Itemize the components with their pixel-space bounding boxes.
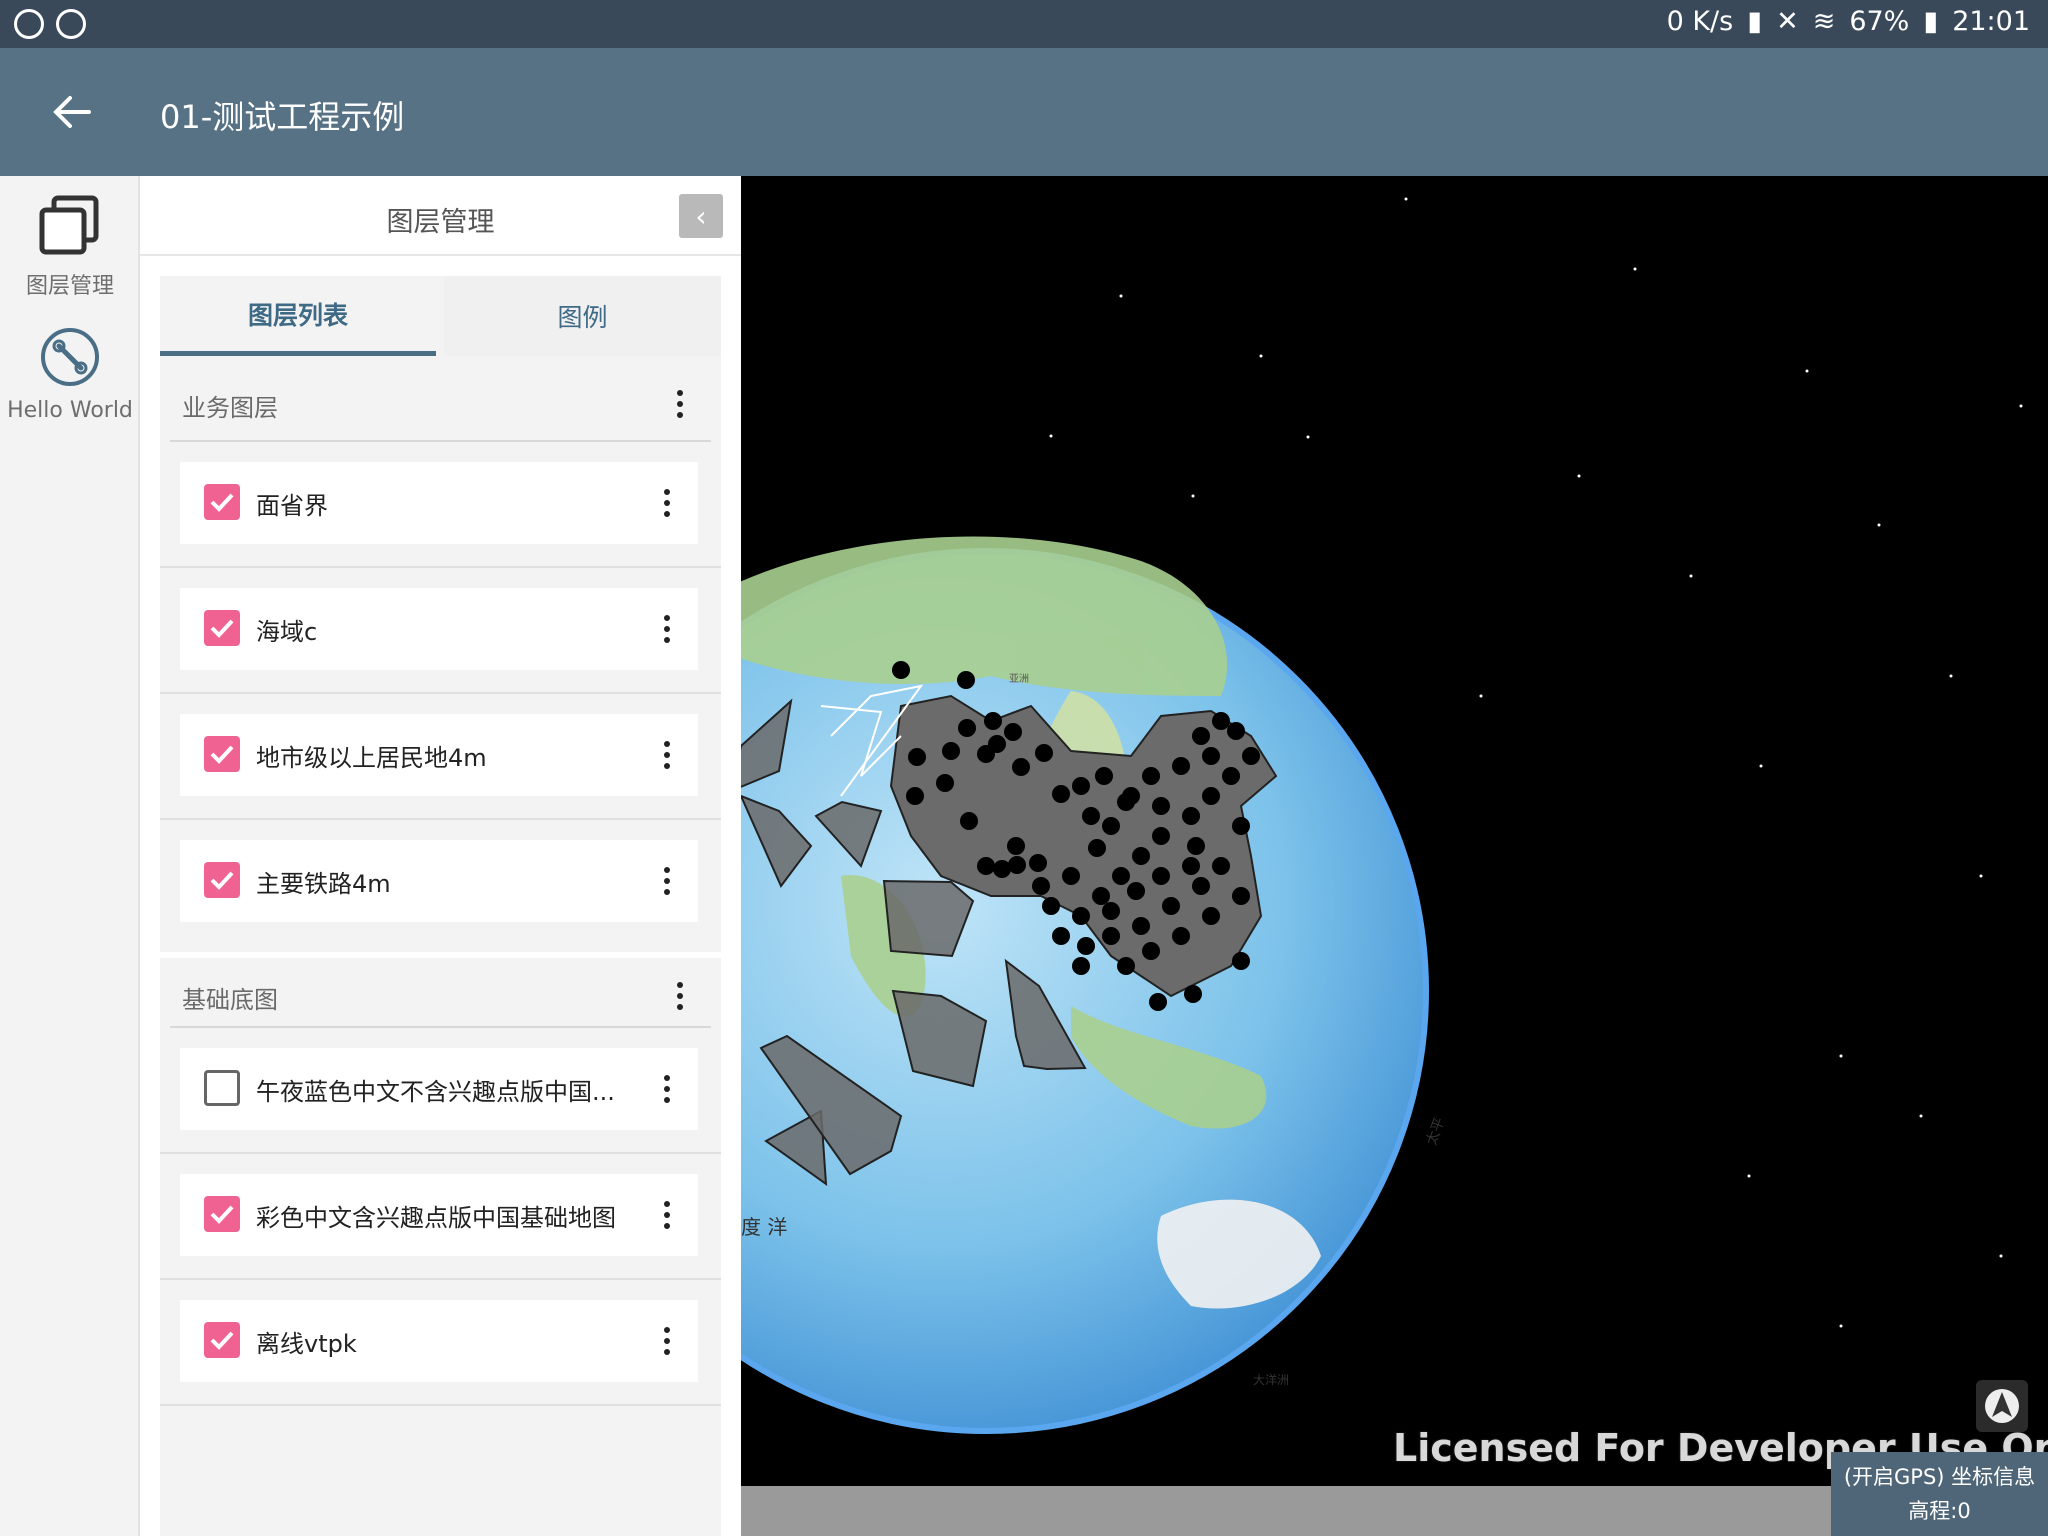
battery-icon: ▮: [1923, 6, 1939, 37]
globe-scene[interactable]: 亚洲 度 洋 太平 大洋洲: [741, 176, 2048, 1536]
app-bar: 01-测试工程示例: [0, 48, 2048, 176]
coordinate-label: (开启GPS) 坐标信息: [1843, 1465, 2036, 1489]
collapse-panel-button[interactable]: ‹: [679, 194, 723, 238]
group-header-basemap: 基础底图: [160, 952, 721, 1028]
back-button[interactable]: [44, 86, 100, 138]
check-icon: [210, 871, 234, 890]
map-view[interactable]: 亚洲 度 洋 太平 大洋洲 Licensed For Developer Use…: [741, 176, 2048, 1536]
layer-card[interactable]: 海域c: [180, 588, 698, 670]
layer-checkbox[interactable]: [204, 1070, 240, 1106]
map-label-indian-ocean: 度 洋: [741, 1215, 787, 1239]
group-header-business: 业务图层: [160, 366, 721, 442]
battery-percent: 67%: [1849, 6, 1910, 37]
check-icon: [210, 619, 234, 638]
panel-title: 图层管理: [386, 207, 495, 238]
coordinate-info: (开启GPS) 坐标信息 高程:0: [1831, 1452, 2048, 1536]
account-icon: [56, 9, 86, 39]
layers-icon: [39, 195, 99, 255]
sync-icon: [14, 9, 44, 39]
layer-more-icon[interactable]: [655, 1195, 679, 1235]
check-icon: [210, 1205, 234, 1224]
app-title: 01-测试工程示例: [160, 98, 405, 136]
status-bar: 0 K/s ▮ ✕ ≋ 67% ▮ 21:01: [0, 0, 2048, 48]
clock: 21:01: [1952, 6, 2030, 37]
nav-item-label: Hello World: [7, 398, 133, 423]
group-name: 基础底图: [182, 986, 278, 1014]
map-label-asia: 亚洲: [1009, 673, 1029, 685]
layer-row: 主要铁路4m: [160, 820, 721, 946]
chevron-left-icon: ‹: [695, 199, 707, 233]
layer-checkbox[interactable]: [204, 862, 240, 898]
elevation-label: 高程:0: [1908, 1499, 1971, 1523]
layer-name: 午夜蓝色中文不含兴趣点版中国...: [256, 1078, 615, 1106]
network-speed: 0 K/s: [1666, 6, 1734, 37]
nav-item-hello-world[interactable]: Hello World: [0, 326, 140, 423]
layer-name: 主要铁路4m: [256, 870, 391, 898]
check-icon: [210, 745, 234, 764]
layer-card[interactable]: 面省界: [180, 462, 698, 544]
panel-body: 图层列表 图例 业务图层 面省界 海域c 地市级以上居民地4m 主要铁路4m 基…: [160, 276, 721, 1536]
check-icon: [210, 493, 234, 512]
mute-icon: ✕: [1776, 6, 1799, 37]
layer-row: 离线vtpk: [160, 1280, 721, 1406]
nav-rail: 图层管理 Hello World: [0, 176, 140, 1536]
compass-icon: [1985, 1389, 2019, 1423]
layer-more-icon[interactable]: [655, 861, 679, 901]
wifi-icon: ≋: [1812, 6, 1836, 37]
back-arrow-icon: [53, 96, 91, 128]
layer-name: 离线vtpk: [256, 1330, 357, 1358]
layer-name: 面省界: [256, 492, 328, 520]
layer-name: 彩色中文含兴趣点版中国基础地图: [256, 1204, 616, 1232]
wrench-icon: [41, 328, 99, 386]
layer-checkbox[interactable]: [204, 1322, 240, 1358]
layer-card[interactable]: 地市级以上居民地4m: [180, 714, 698, 796]
map-label-oceania: 大洋洲: [1253, 1372, 1289, 1387]
tab-legend[interactable]: 图例: [444, 276, 721, 356]
layer-row: 面省界: [160, 442, 721, 568]
layer-card[interactable]: 主要铁路4m: [180, 840, 698, 922]
layer-more-icon[interactable]: [655, 483, 679, 523]
sim-icon: ▮: [1747, 6, 1763, 37]
layer-checkbox[interactable]: [204, 1196, 240, 1232]
panel-header: 图层管理 ‹: [140, 176, 741, 256]
group-more-icon[interactable]: [668, 384, 692, 424]
layer-checkbox[interactable]: [204, 610, 240, 646]
layer-more-icon[interactable]: [655, 1321, 679, 1361]
nav-item-label: 图层管理: [25, 274, 114, 299]
layer-card[interactable]: 午夜蓝色中文不含兴趣点版中国...: [180, 1048, 698, 1130]
group-more-icon[interactable]: [668, 976, 692, 1016]
map-label-pacific: 太平: [1424, 1116, 1449, 1148]
layer-more-icon[interactable]: [655, 609, 679, 649]
layer-name: 地市级以上居民地4m: [256, 744, 487, 772]
layer-row: 彩色中文含兴趣点版中国基础地图: [160, 1154, 721, 1280]
group-name: 业务图层: [182, 394, 278, 422]
layer-row: 午夜蓝色中文不含兴趣点版中国...: [160, 1028, 721, 1154]
layer-more-icon[interactable]: [655, 1069, 679, 1109]
layer-card[interactable]: 彩色中文含兴趣点版中国基础地图: [180, 1174, 698, 1256]
compass-button[interactable]: [1976, 1380, 2028, 1432]
tab-layer-list[interactable]: 图层列表: [160, 276, 436, 356]
layer-checkbox[interactable]: [204, 736, 240, 772]
layer-checkbox[interactable]: [204, 484, 240, 520]
layer-row: 地市级以上居民地4m: [160, 694, 721, 820]
layer-panel: 图层管理 ‹ 图层列表 图例 业务图层 面省界 海域c 地市级以上居民地4m 主…: [140, 176, 741, 1536]
layer-more-icon[interactable]: [655, 735, 679, 775]
layer-row: 海域c: [160, 568, 721, 694]
layer-card[interactable]: 离线vtpk: [180, 1300, 698, 1382]
check-icon: [210, 1331, 234, 1350]
nav-item-layer-manager[interactable]: 图层管理: [0, 194, 140, 300]
layer-name: 海域c: [256, 618, 318, 646]
